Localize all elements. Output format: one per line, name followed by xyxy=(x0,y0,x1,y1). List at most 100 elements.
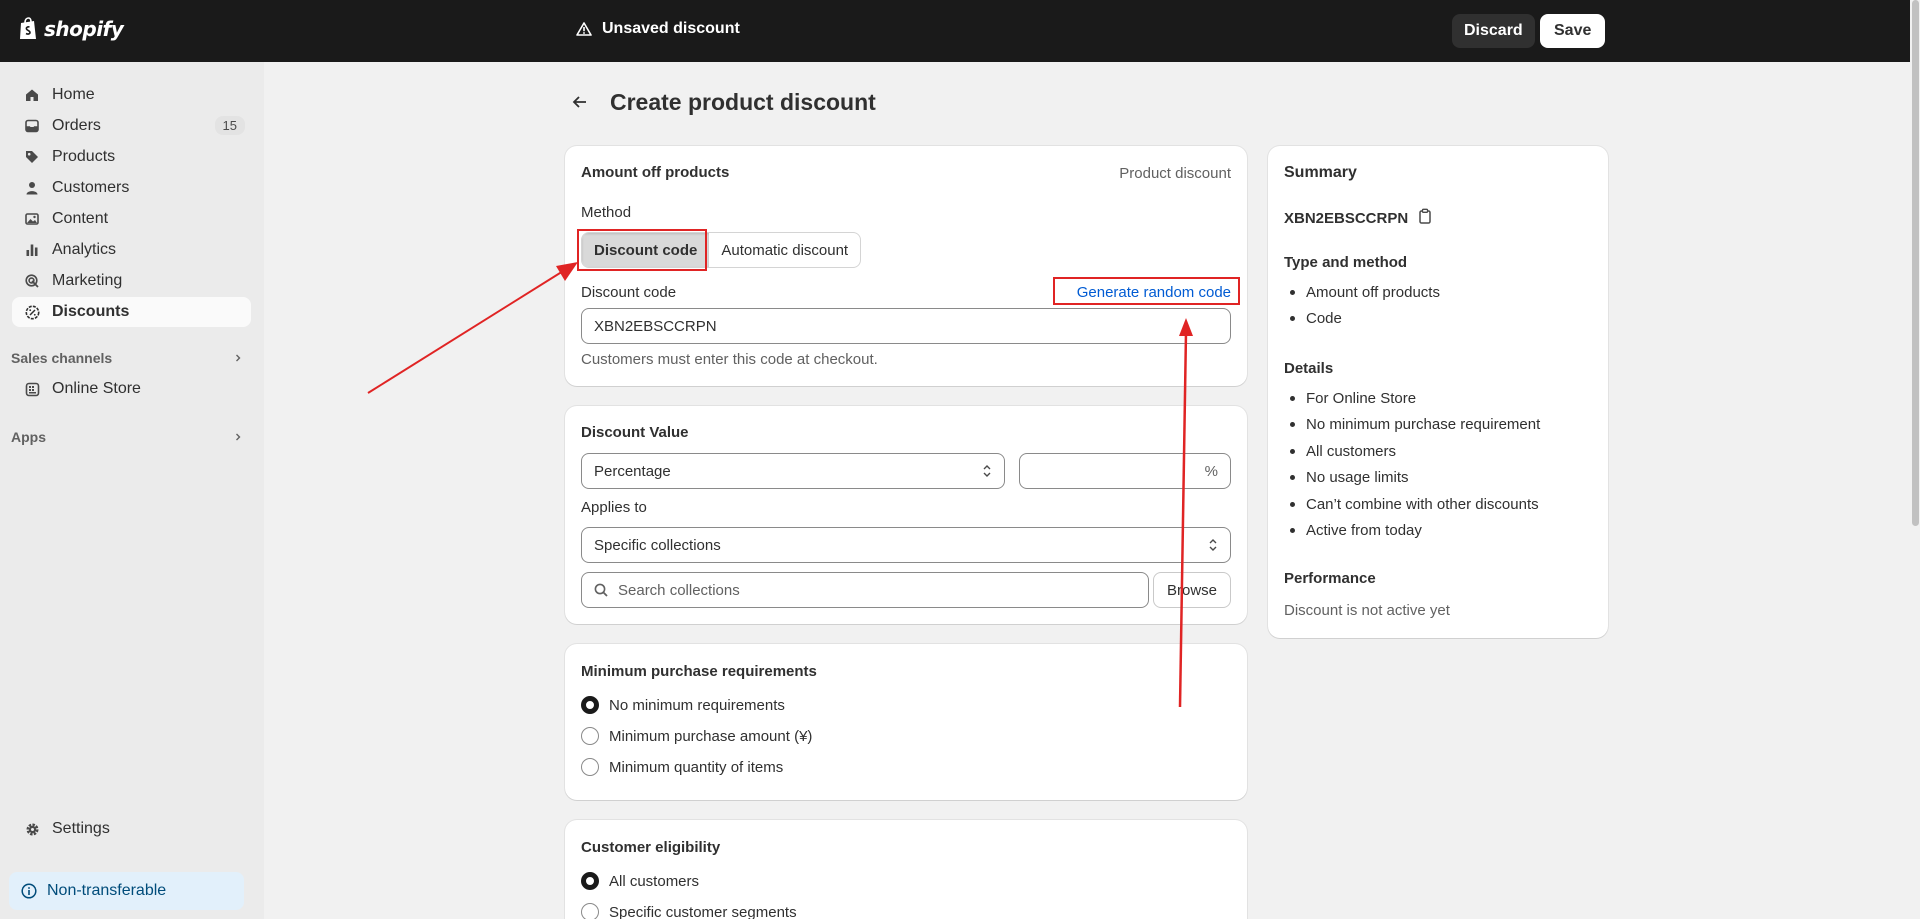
list-item: No usage limits xyxy=(1290,465,1540,492)
sidebar-item-label: Customers xyxy=(52,179,130,196)
select-chevrons-icon xyxy=(1209,539,1217,551)
list-item: All customers xyxy=(1290,438,1540,465)
applies-to-select[interactable]: Specific collections xyxy=(581,527,1231,563)
scrollbar-thumb[interactable] xyxy=(1912,0,1919,526)
sidebar-item-marketing[interactable]: Marketing xyxy=(12,266,251,296)
minimum-amount-radio[interactable]: Minimum purchase amount (¥) xyxy=(581,727,812,745)
percent-suffix: % xyxy=(1204,462,1218,480)
sidebar-item-orders[interactable]: Orders 15 xyxy=(12,111,251,141)
brand-name: shopify xyxy=(44,17,124,41)
back-arrow-icon[interactable] xyxy=(566,88,594,116)
discount-type-label: Product discount xyxy=(1119,165,1231,182)
apps-heading: Apps xyxy=(11,429,46,445)
all-customers-radio[interactable]: All customers xyxy=(581,872,699,890)
apps-section[interactable]: Apps xyxy=(11,425,251,449)
warning-icon xyxy=(576,22,592,36)
sidebar-item-products[interactable]: Products xyxy=(12,142,251,172)
customer-eligibility-card: Customer eligibility All customers Speci… xyxy=(565,820,1247,919)
chevron-right-icon xyxy=(236,433,241,441)
minimum-requirements-card: Minimum purchase requirements No minimum… xyxy=(565,644,1247,800)
value-type-selected: Percentage xyxy=(594,462,671,480)
unsaved-status: Unsaved discount xyxy=(576,20,740,38)
sidebar-item-discounts[interactable]: Discounts xyxy=(12,297,251,327)
customer-eligibility-title: Customer eligibility xyxy=(581,839,721,856)
sidebar-item-analytics[interactable]: Analytics xyxy=(12,235,251,265)
search-icon xyxy=(594,583,608,597)
type-method-heading: Type and method xyxy=(1284,254,1408,271)
value-type-select[interactable]: Percentage xyxy=(581,453,1005,489)
details-heading: Details xyxy=(1284,360,1334,377)
customer-segments-radio[interactable]: Specific customer segments xyxy=(581,903,797,919)
sales-channels-heading: Sales channels xyxy=(11,350,113,366)
radio-label: No minimum requirements xyxy=(609,696,785,714)
radio-button[interactable] xyxy=(581,758,599,776)
discount-code-label: Discount code xyxy=(581,284,677,301)
discount-code-option[interactable]: Discount code xyxy=(582,233,710,267)
sidebar-item-customers[interactable]: Customers xyxy=(12,173,251,203)
chevron-right-icon xyxy=(236,354,241,362)
discount-code-input[interactable]: XBN2EBSCCRPN xyxy=(581,308,1231,344)
sidebar-item-label: Online Store xyxy=(52,380,141,397)
store-icon xyxy=(24,381,40,397)
minimum-quantity-radio[interactable]: Minimum quantity of items xyxy=(581,758,783,776)
discard-button[interactable]: Discard xyxy=(1452,14,1535,48)
amount-off-card: Amount off products Product discount Met… xyxy=(565,146,1247,386)
automatic-discount-option[interactable]: Automatic discount xyxy=(709,233,860,267)
search-collections-placeholder: Search collections xyxy=(618,581,740,599)
person-icon xyxy=(24,180,40,196)
orders-count-badge: 15 xyxy=(214,116,245,135)
radio-button[interactable] xyxy=(581,696,599,714)
image-icon xyxy=(24,211,40,227)
non-transferable-banner[interactable]: Non-transferable xyxy=(9,872,244,910)
sidebar-item-label: Analytics xyxy=(52,241,117,258)
unsaved-status-text: Unsaved discount xyxy=(602,20,740,37)
search-collections-input[interactable]: Search collections xyxy=(581,572,1149,608)
sidebar-item-label: Home xyxy=(52,86,95,103)
bar-chart-icon xyxy=(24,242,40,258)
shopify-bag-icon xyxy=(20,17,36,39)
sidebar-item-label: Orders xyxy=(52,117,101,134)
sidebar-item-label: Discounts xyxy=(52,303,130,320)
discount-value-title: Discount Value xyxy=(581,424,689,441)
radio-button[interactable] xyxy=(581,727,599,745)
browse-button[interactable]: Browse xyxy=(1153,572,1231,608)
radio-button[interactable] xyxy=(581,872,599,890)
sidebar-item-home[interactable]: Home xyxy=(12,80,251,110)
summary-title: Summary xyxy=(1284,164,1357,181)
sidebar: Home Orders 15 Products Customers Conten… xyxy=(0,62,264,919)
method-label: Method xyxy=(581,204,632,221)
radio-label: Specific customer segments xyxy=(609,903,797,919)
value-amount-input[interactable]: % xyxy=(1019,453,1231,489)
method-segmented-control: Discount code Automatic discount xyxy=(581,232,862,268)
minimum-requirements-title: Minimum purchase requirements xyxy=(581,663,817,680)
type-method-list: Amount off products Code xyxy=(1290,279,1440,332)
shopify-logo[interactable]: shopify xyxy=(18,17,124,41)
home-icon xyxy=(24,87,40,103)
list-item: Can’t combine with other discounts xyxy=(1290,491,1540,518)
sales-channels-section[interactable]: Sales channels xyxy=(11,346,251,370)
annotation-arrow-method xyxy=(367,262,578,394)
top-bar: shopify Unsaved discount Discard Save xyxy=(0,0,1910,62)
amount-off-title: Amount off products xyxy=(581,164,730,181)
orders-icon xyxy=(24,118,40,134)
generate-random-code-link[interactable]: Generate random code xyxy=(1077,284,1231,301)
discount-code-help: Customers must enter this code at checko… xyxy=(581,351,878,368)
sidebar-item-settings[interactable]: Settings xyxy=(12,814,251,844)
tag-icon xyxy=(24,149,40,165)
list-item: Amount off products xyxy=(1290,279,1440,306)
list-item: Code xyxy=(1290,306,1440,333)
radio-button[interactable] xyxy=(581,903,599,919)
summary-code-row: XBN2EBSCCRPN xyxy=(1284,208,1432,229)
page-title: Create product discount xyxy=(610,88,876,115)
no-minimum-radio[interactable]: No minimum requirements xyxy=(581,696,785,714)
copy-clipboard-icon[interactable] xyxy=(1418,208,1432,229)
radio-label: All customers xyxy=(609,872,700,890)
gear-icon xyxy=(24,821,40,837)
sidebar-item-label: Content xyxy=(52,210,109,227)
sidebar-item-online-store[interactable]: Online Store xyxy=(12,374,251,404)
save-button[interactable]: Save xyxy=(1540,14,1606,48)
sidebar-item-content[interactable]: Content xyxy=(12,204,251,234)
page-header: Create product discount xyxy=(566,88,876,116)
discount-code-value: XBN2EBSCCRPN xyxy=(594,317,717,335)
summary-code: XBN2EBSCCRPN xyxy=(1284,210,1409,227)
